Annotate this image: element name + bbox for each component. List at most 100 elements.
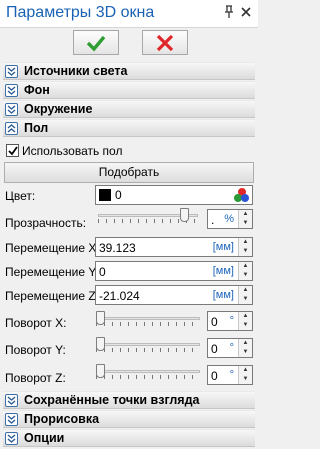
degree-unit: ° [229, 342, 234, 354]
section-environment-label: Окружение [24, 102, 93, 116]
section-saved-views[interactable]: Сохранённые точки взгляда [3, 391, 255, 409]
color-picker[interactable]: 0 [95, 185, 253, 205]
slider-thumb[interactable] [96, 337, 105, 351]
spin-down-icon[interactable]: ▼ [239, 295, 252, 304]
color-value: 0 [115, 188, 122, 202]
rot-x-slider[interactable] [96, 311, 200, 329]
rot-y-value: 0 [211, 342, 218, 356]
slider-track [96, 317, 200, 320]
spin-up-icon[interactable]: ▲ [239, 262, 252, 271]
spin-down-icon[interactable]: ▼ [239, 348, 252, 357]
rot-z-field[interactable]: 0 ° ▲ ▼ [207, 365, 253, 385]
color-label: Цвет: [5, 189, 36, 203]
spin-down-icon[interactable]: ▼ [239, 271, 252, 280]
move-y-label: Перемещение Y: [5, 265, 99, 279]
move-z-label: Перемещение Z: [5, 289, 99, 303]
mm-unit: [мм] [212, 265, 234, 277]
checkmark-icon [86, 35, 106, 52]
rot-z-value: 0 [211, 369, 218, 383]
degree-unit: ° [229, 315, 234, 327]
spin-down-icon[interactable]: ▼ [239, 247, 252, 256]
spin-arrows[interactable]: ▲ ▼ [238, 286, 252, 304]
section-environment[interactable]: Окружение [3, 100, 255, 118]
move-z-field[interactable]: -21.024 [мм] ▲ ▼ [95, 285, 253, 305]
spin-arrows[interactable]: ▲ ▼ [238, 238, 252, 256]
mm-unit: [мм] [212, 241, 234, 253]
transparency-label: Прозрачность: [5, 216, 87, 230]
fit-button[interactable]: Подобрать [4, 162, 254, 183]
spin-down-icon[interactable]: ▼ [239, 375, 252, 384]
slider-thumb[interactable] [180, 208, 189, 222]
spin-down-icon[interactable]: ▼ [239, 219, 252, 228]
transparency-slider[interactable] [98, 208, 198, 226]
window-title: Параметры 3D окна [6, 4, 155, 21]
section-floor[interactable]: Пол [3, 119, 255, 137]
chevron-double-up-icon [5, 122, 18, 135]
spin-down-icon[interactable]: ▼ [239, 321, 252, 330]
degree-unit: ° [229, 369, 234, 381]
chevron-double-down-icon [5, 65, 18, 78]
chevron-double-down-icon [5, 432, 18, 445]
slider-thumb[interactable] [96, 364, 105, 378]
ok-button[interactable] [73, 30, 119, 55]
use-floor-label: Использовать пол [22, 144, 123, 158]
use-floor-checkbox[interactable] [6, 144, 19, 157]
chevron-double-down-icon [5, 84, 18, 97]
move-x-value: 39.123 [99, 241, 136, 255]
rot-y-field[interactable]: 0 ° ▲ ▼ [207, 338, 253, 358]
slider-thumb[interactable] [96, 311, 105, 325]
spin-up-icon[interactable]: ▲ [239, 366, 252, 375]
rot-x-label: Поворот X: [5, 316, 67, 330]
rot-x-value: 0 [211, 315, 218, 329]
rot-y-slider[interactable] [96, 337, 200, 355]
spin-arrows[interactable]: ▲ ▼ [238, 262, 252, 280]
section-rendering-label: Прорисовка [24, 412, 100, 426]
slider-ticks [96, 322, 200, 326]
transparency-field[interactable]: . % ▲ ▼ [207, 209, 253, 229]
section-rendering[interactable]: Прорисовка [3, 410, 255, 428]
section-lights-label: Источники света [24, 64, 128, 78]
color-swatch [99, 189, 111, 201]
transparency-value: . [211, 213, 215, 227]
spin-arrows[interactable]: ▲ ▼ [238, 366, 252, 384]
spin-up-icon[interactable]: ▲ [239, 238, 252, 247]
move-y-value: 0 [99, 265, 106, 279]
rot-x-field[interactable]: 0 ° ▲ ▼ [207, 311, 253, 331]
title-bar: Параметры 3D окна [0, 0, 258, 28]
section-background-label: Фон [24, 83, 50, 97]
section-background[interactable]: Фон [3, 81, 255, 99]
rgb-palette-icon[interactable] [234, 188, 249, 202]
check-icon [8, 146, 18, 156]
rot-z-label: Поворот Z: [5, 371, 66, 385]
chevron-double-down-icon [5, 413, 18, 426]
close-icon[interactable] [239, 5, 253, 20]
rot-z-slider[interactable] [96, 364, 200, 382]
mm-unit: [мм] [212, 289, 234, 301]
section-lights[interactable]: Источники света [3, 62, 255, 80]
pin-icon[interactable] [222, 5, 236, 21]
section-options[interactable]: Опции [3, 429, 255, 447]
cross-icon [156, 34, 174, 52]
cancel-button[interactable] [142, 30, 188, 55]
slider-ticks [96, 348, 200, 352]
spin-up-icon[interactable]: ▲ [239, 286, 252, 295]
slider-ticks [96, 375, 200, 379]
section-options-label: Опции [24, 431, 65, 445]
slider-track [96, 343, 200, 346]
chevron-double-down-icon [5, 394, 18, 407]
section-floor-label: Пол [24, 121, 49, 135]
spin-up-icon[interactable]: ▲ [239, 339, 252, 348]
move-x-field[interactable]: 39.123 [мм] ▲ ▼ [95, 237, 253, 257]
rot-y-label: Поворот Y: [5, 343, 66, 357]
section-saved-views-label: Сохранённые точки взгляда [24, 393, 200, 407]
percent-unit: % [224, 213, 234, 225]
spin-arrows[interactable]: ▲ ▼ [238, 339, 252, 357]
spin-up-icon[interactable]: ▲ [239, 312, 252, 321]
slider-track [96, 370, 200, 373]
chevron-double-down-icon [5, 103, 18, 116]
spin-up-icon[interactable]: ▲ [239, 210, 252, 219]
move-y-field[interactable]: 0 [мм] ▲ ▼ [95, 261, 253, 281]
spin-arrows[interactable]: ▲ ▼ [238, 312, 252, 330]
move-z-value: -21.024 [99, 289, 140, 303]
spin-arrows[interactable]: ▲ ▼ [238, 210, 252, 228]
